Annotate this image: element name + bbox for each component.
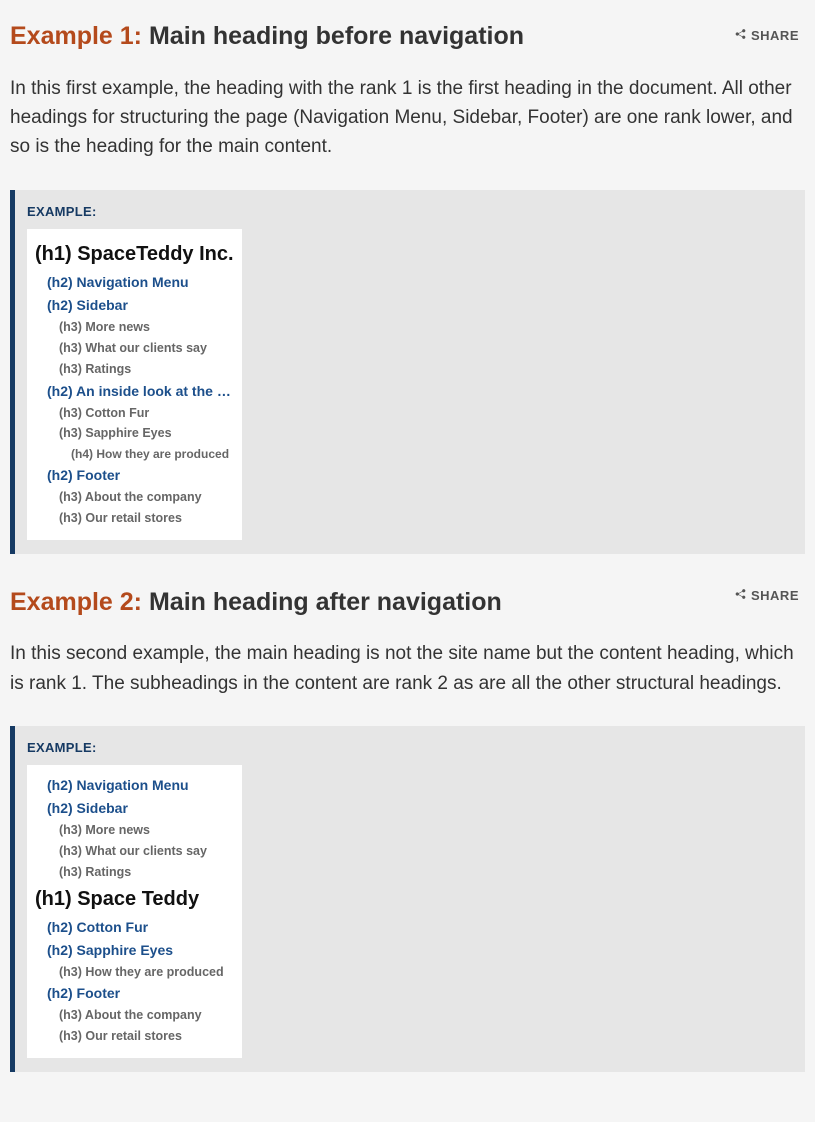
example-1-paragraph: In this first example, the heading with … [10,74,805,162]
tree-node-h3: (h3) What our clients say [33,842,236,861]
example-1-heading: Example 1: Main heading before navigatio… [10,18,805,56]
tree-node-h1: (h1) Space Teddy [33,884,236,914]
share-label: SHARE [751,26,799,46]
tree-node-h3: (h3) About the company [33,488,236,507]
tree-node-h3: (h3) More news [33,821,236,840]
tree-node-h2: (h2) Sapphire Eyes [33,940,236,961]
tree-node-h3: (h3) What our clients say [33,339,236,358]
example-box-label: EXAMPLE: [27,202,793,222]
example-section-1: SHARE Example 1: Main heading before nav… [10,18,805,554]
example-2-paragraph: In this second example, the main heading… [10,639,805,698]
tree-node-h3: (h3) Ratings [33,360,236,379]
share-label: SHARE [751,586,799,606]
tree-node-h2: (h2) Navigation Menu [33,775,236,796]
tree-node-h3: (h3) Ratings [33,863,236,882]
tree-node-h3: (h3) About the company [33,1006,236,1025]
heading-tree-1: (h1) SpaceTeddy Inc. (h2) Navigation Men… [27,229,242,539]
tree-node-h2: (h2) Navigation Menu [33,272,236,293]
tree-node-h1: (h1) SpaceTeddy Inc. [33,239,236,269]
example-box-label: EXAMPLE: [27,738,793,758]
tree-node-h4: (h4) How they are produced [33,445,236,463]
example-1-title: Main heading before navigation [149,22,524,50]
tree-node-h3: (h3) Our retail stores [33,509,236,528]
share-button[interactable]: SHARE [734,586,799,606]
tree-node-h2: (h2) Footer [33,983,236,1004]
tree-node-h3: (h3) Sapphire Eyes [33,424,236,443]
tree-node-h2: (h2) Footer [33,465,236,486]
tree-node-h2: (h2) Cotton Fur [33,917,236,938]
share-icon [734,26,747,46]
example-section-2: SHARE Example 2: Main heading after navi… [10,584,805,1072]
heading-tree-2: (h2) Navigation Menu (h2) Sidebar (h3) M… [27,765,242,1058]
example-1-box: EXAMPLE: (h1) SpaceTeddy Inc. (h2) Navig… [10,190,805,554]
example-2-box: EXAMPLE: (h2) Navigation Menu (h2) Sideb… [10,726,805,1072]
share-button[interactable]: SHARE [734,26,799,46]
example-2-prefix: Example 2: [10,588,142,616]
tree-node-h2: (h2) Sidebar [33,295,236,316]
tree-node-h3: (h3) More news [33,318,236,337]
example-1-prefix: Example 1: [10,22,142,50]
share-icon [734,586,747,606]
tree-node-h3: (h3) Cotton Fur [33,404,236,423]
example-2-title: Main heading after navigation [149,588,502,616]
tree-node-h2: (h2) Sidebar [33,798,236,819]
example-2-heading: Example 2: Main heading after navigation [10,584,805,622]
tree-node-h2: (h2) An inside look at the … [33,381,236,402]
tree-node-h3: (h3) How they are produced [33,963,236,982]
tree-node-h3: (h3) Our retail stores [33,1027,236,1046]
